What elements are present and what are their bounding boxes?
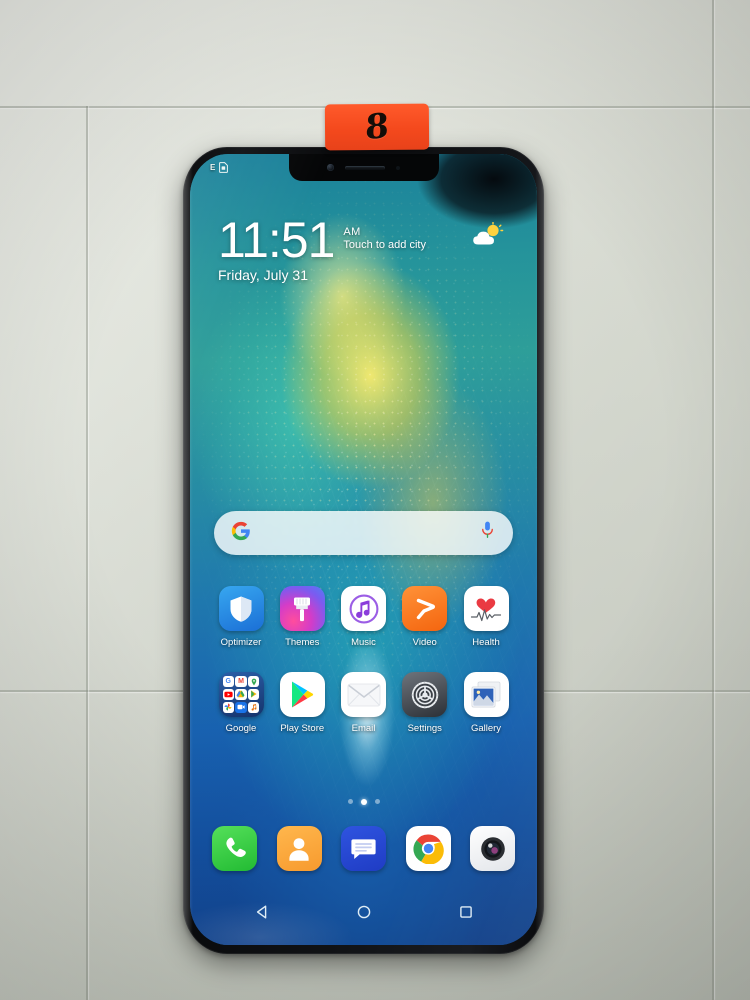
tile-grout-line — [712, 0, 714, 1000]
app-google-folder[interactable]: G M Google — [212, 672, 270, 734]
dock-item-camera[interactable] — [470, 826, 515, 871]
back-button[interactable] — [254, 904, 270, 925]
app-row: G M Google Play Store Email Settings Gal… — [202, 672, 525, 734]
circle-icon — [357, 905, 370, 918]
music-note-icon — [341, 586, 386, 631]
dock — [202, 826, 525, 871]
folder-app-gmail: M — [235, 676, 247, 688]
clock-time: 11:51 — [218, 212, 335, 268]
navigation-bar — [190, 897, 537, 931]
add-city-hint[interactable]: Touch to add city — [343, 239, 426, 251]
clock-date: Friday, July 31 — [218, 267, 308, 283]
dock-item-phone[interactable] — [212, 826, 257, 871]
app-label: Music — [351, 637, 376, 648]
clock-ampm: AM — [343, 226, 361, 238]
app-email[interactable]: Email — [335, 672, 393, 734]
app-label: Health — [472, 637, 500, 648]
status-bar: E — [190, 154, 537, 181]
app-grid: Optimizer Themes Music Video Health G M … — [202, 586, 525, 758]
square-icon — [459, 905, 472, 918]
page-dot-active[interactable] — [360, 799, 367, 805]
google-search-bar[interactable] — [214, 511, 513, 555]
app-label: Settings — [407, 723, 442, 734]
chrome-icon — [412, 834, 444, 864]
folder-app-drive — [235, 688, 247, 701]
triangle-left-icon — [256, 905, 266, 918]
shield-icon — [218, 586, 264, 631]
envelope-icon — [341, 672, 386, 717]
network-type-label: E — [210, 163, 216, 172]
smartphone-device: E 11:51 AM Touch to add city Friday, Jul… — [183, 147, 544, 954]
folder-app-youtube — [222, 688, 234, 701]
folder-app-music — [248, 701, 260, 713]
recents-button[interactable] — [458, 904, 474, 925]
person-icon — [289, 838, 309, 861]
lockscreen-clock-widget[interactable]: 11:51 AM Touch to add city Friday, July … — [218, 212, 519, 283]
folder-app-maps — [248, 676, 260, 688]
dock-item-chrome[interactable] — [405, 826, 451, 871]
page-dot[interactable] — [347, 799, 353, 804]
microphone-icon[interactable] — [479, 521, 496, 545]
photo-icon — [463, 672, 509, 717]
gear-icon — [402, 672, 448, 717]
app-label: Video — [412, 637, 437, 648]
app-video[interactable]: Video — [396, 586, 454, 648]
dock-item-contacts[interactable] — [276, 826, 322, 871]
folder-app-photos — [222, 701, 234, 713]
app-themes[interactable]: Themes — [273, 586, 331, 648]
heart-pulse-icon — [463, 586, 509, 631]
page-dot[interactable] — [374, 799, 380, 804]
phone-screen[interactable]: E 11:51 AM Touch to add city Friday, Jul… — [190, 154, 537, 945]
app-optimizer[interactable]: Optimizer — [212, 586, 270, 648]
folder-app-play — [248, 688, 260, 701]
page-indicator-dots — [190, 799, 537, 805]
tile-grout-line — [86, 106, 88, 1000]
sim-card-icon — [218, 162, 228, 173]
app-label: Play Store — [280, 723, 325, 734]
folder-app-duo — [235, 701, 247, 713]
phone-handset-icon — [226, 837, 246, 858]
dock-item-messages[interactable] — [341, 826, 386, 871]
app-settings[interactable]: Settings — [396, 672, 454, 734]
speech-bubble-icon — [351, 838, 376, 859]
sun-behind-cloud-icon — [471, 221, 505, 248]
app-label: Themes — [285, 637, 320, 648]
app-label: Google — [225, 723, 257, 734]
google-folder-icon: G M — [218, 672, 264, 717]
play-store-icon — [279, 672, 325, 717]
app-label: Email — [351, 723, 376, 734]
app-row: Optimizer Themes Music Video Health — [202, 586, 525, 648]
app-gallery[interactable]: Gallery — [457, 672, 515, 734]
camera-lens-icon — [480, 836, 505, 861]
google-g-icon — [231, 521, 251, 546]
app-play-store[interactable]: Play Store — [273, 672, 331, 734]
play-chevron-icon — [402, 586, 448, 631]
app-label: Optimizer — [220, 637, 262, 648]
app-health[interactable]: Health — [457, 586, 515, 648]
app-label: Gallery — [470, 723, 502, 734]
home-button[interactable] — [356, 904, 372, 925]
tag-number: 8 — [364, 105, 390, 149]
paintbrush-icon — [279, 586, 325, 631]
price-tag-sticker: 8 — [324, 103, 430, 151]
app-music[interactable]: Music — [335, 586, 393, 648]
folder-app-google: G — [222, 676, 234, 688]
